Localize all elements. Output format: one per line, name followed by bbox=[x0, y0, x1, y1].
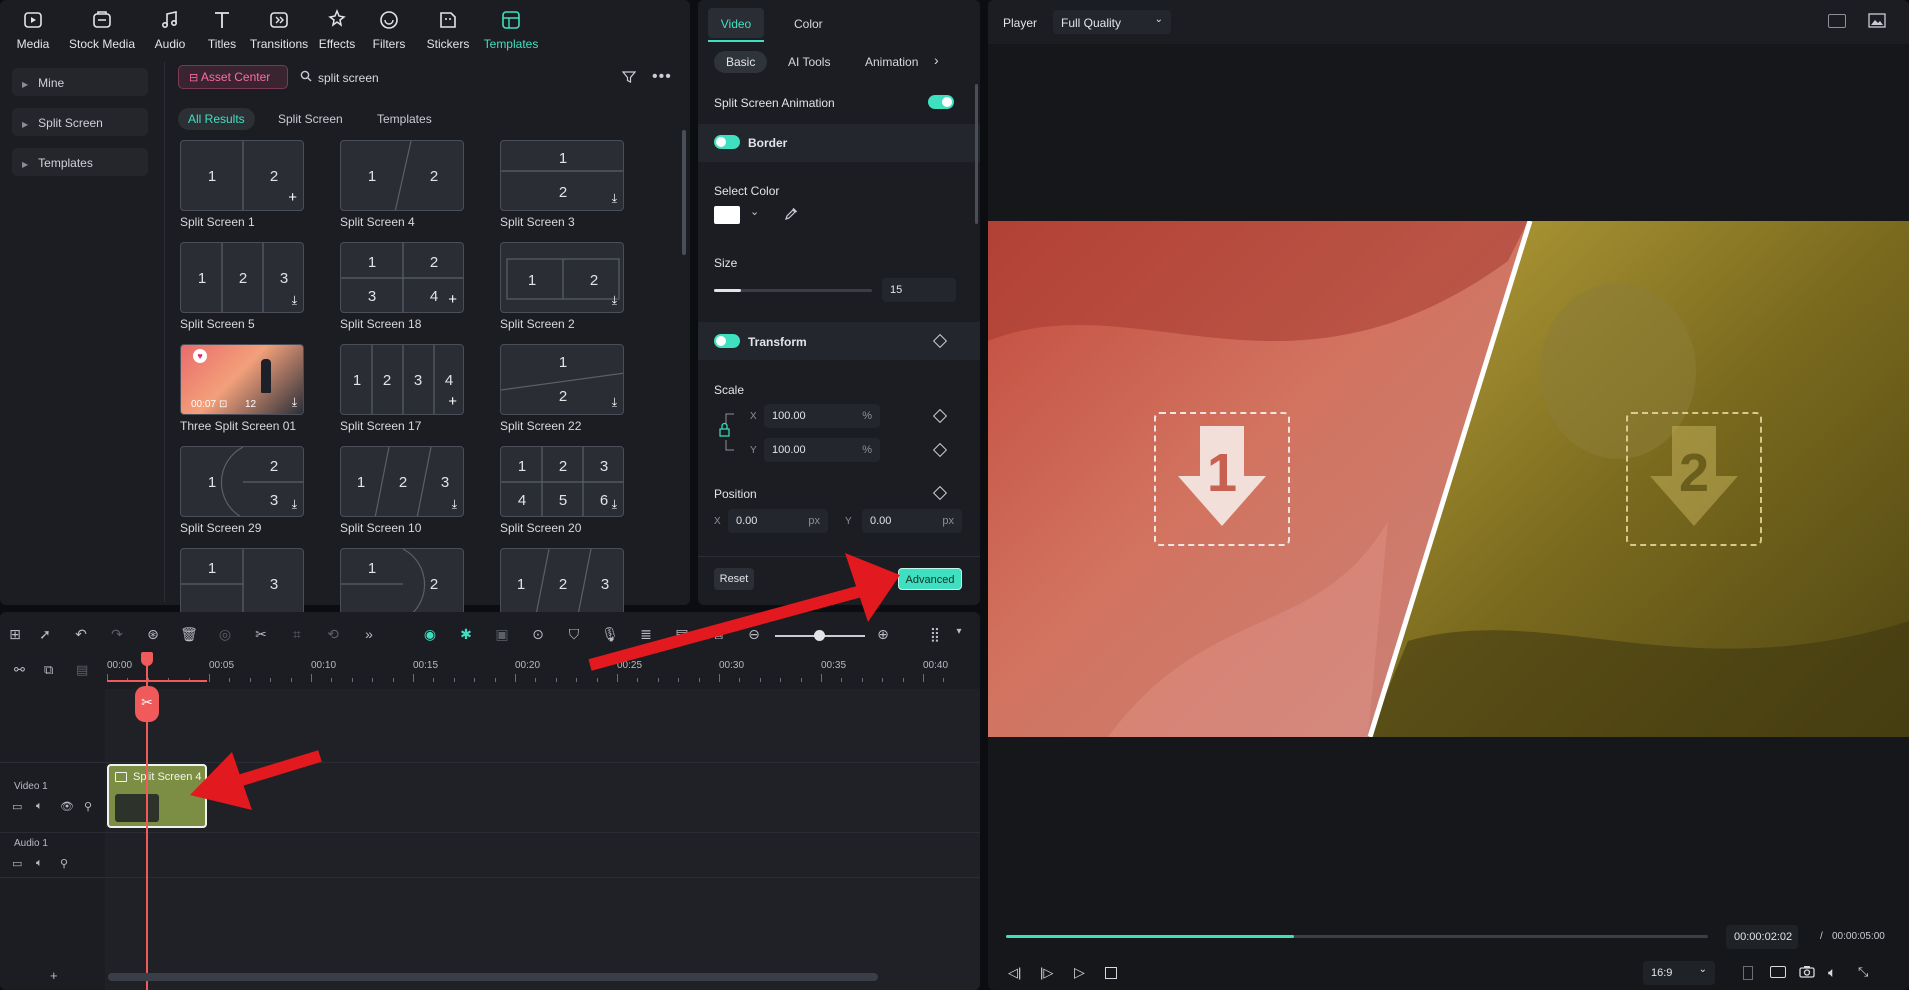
annotation-arrow-to-advanced bbox=[588, 553, 900, 671]
annotation-arrow-to-clip bbox=[190, 750, 322, 810]
annotation-arrows bbox=[190, 553, 900, 810]
